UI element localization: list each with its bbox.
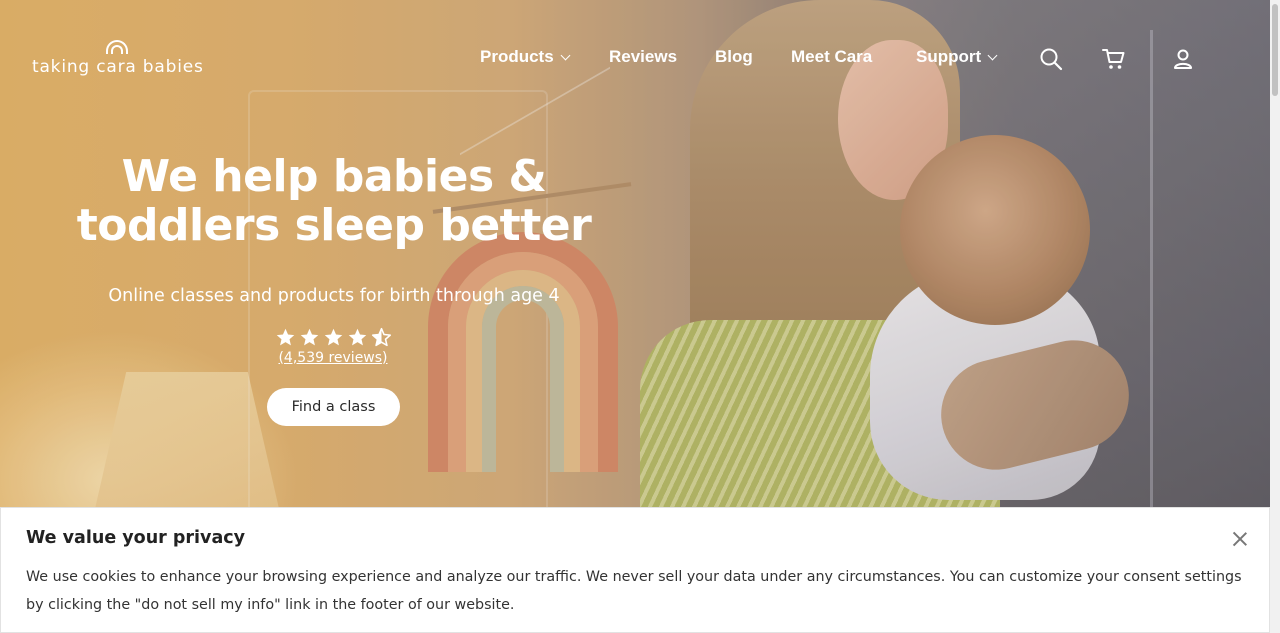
hero-headline-line2: toddlers sleep better: [76, 200, 592, 251]
hero-subheadline: Online classes and products for birth th…: [108, 286, 560, 306]
cookie-banner-body: We use cookies to enhance your browsing …: [26, 569, 1242, 613]
nav-products-label: Products: [480, 47, 554, 66]
nav-reviews[interactable]: Reviews: [609, 47, 677, 67]
nav-meet-cara-label: Meet Cara: [791, 47, 873, 66]
nav-reviews-label: Reviews: [609, 47, 678, 66]
chevron-down-icon: [560, 50, 571, 60]
page-scrollbar[interactable]: [1270, 0, 1280, 633]
logo-text: taking cara babies: [32, 57, 204, 77]
rating-stars: [273, 327, 393, 349]
reviews-link[interactable]: (4,539 reviews): [260, 350, 406, 366]
cookie-banner-title: We value your privacy: [26, 528, 246, 548]
nav-blog[interactable]: Blog: [715, 47, 753, 67]
chevron-down-icon: [987, 50, 998, 60]
nav-support-label: Support: [916, 47, 982, 66]
site-logo[interactable]: taking cara babies: [32, 40, 207, 84]
nav-blog-label: Blog: [715, 47, 753, 66]
cookie-banner: We value your privacy We use cookies to …: [0, 507, 1270, 633]
find-a-class-button[interactable]: Find a class: [267, 388, 400, 426]
account-icon[interactable]: [1171, 47, 1195, 71]
nav-products[interactable]: Products: [480, 47, 571, 67]
cart-icon[interactable]: [1102, 47, 1126, 71]
close-icon[interactable]: [1229, 528, 1251, 550]
star-icon: [300, 328, 318, 346]
half-star-icon: [371, 327, 391, 347]
search-icon[interactable]: [1039, 47, 1063, 71]
nav-support[interactable]: Support: [916, 47, 998, 67]
hero-headline: We help babies & toddlers sleep better: [60, 152, 608, 250]
star-icon: [348, 328, 366, 346]
scrollbar-thumb[interactable]: [1272, 4, 1278, 96]
hero-headline-line1: We help babies &: [121, 151, 547, 202]
nav-meet-cara[interactable]: Meet Cara: [791, 47, 872, 67]
star-icon: [324, 328, 342, 346]
star-icon: [276, 328, 294, 346]
logo-rainbow-icon: [106, 40, 128, 54]
